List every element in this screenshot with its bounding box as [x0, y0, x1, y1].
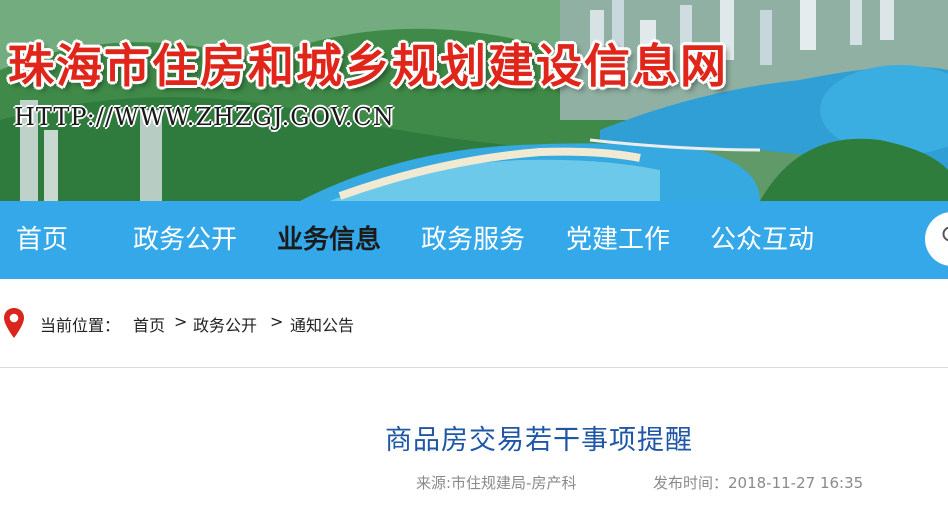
nav-item-government-services[interactable]: 政务服务 — [421, 201, 525, 279]
nav-item-business-info[interactable]: 业务信息 — [277, 201, 381, 279]
main-nav: 首页 政务公开 业务信息 政务服务 党建工作 公众互动 — [0, 201, 948, 279]
site-banner: 珠海市住房和城乡规划建设信息网 HTTP://WWW.ZHZGJ.GOV.CN — [0, 0, 948, 201]
breadcrumb-home[interactable]: 首页 — [133, 312, 165, 336]
site-title: 珠海市住房和城乡规划建设信息网 — [8, 39, 728, 93]
site-url: HTTP://WWW.ZHZGJ.GOV.CN — [14, 103, 395, 131]
nav-item-home[interactable]: 首页 — [16, 201, 68, 279]
breadcrumb-notices[interactable]: 通知公告 — [290, 312, 354, 336]
location-pin-icon — [4, 308, 24, 338]
nav-item-government-affairs[interactable]: 政务公开 — [133, 201, 237, 279]
search-icon[interactable] — [941, 225, 948, 253]
breadcrumb-separator: > — [174, 312, 188, 331]
breadcrumb-government-affairs[interactable]: 政务公开 — [193, 312, 257, 336]
breadcrumb-separator: > — [270, 312, 284, 331]
nav-item-party-building[interactable]: 党建工作 — [566, 201, 670, 279]
nav-item-public-interaction[interactable]: 公众互动 — [710, 201, 814, 279]
article-publish-time: 发布时间：2018-11-27 16:35 — [653, 474, 864, 492]
breadcrumb-prefix: 当前位置： — [40, 316, 121, 335]
breadcrumb: 当前位置： 首页 > 政务公开 > 通知公告 — [0, 279, 948, 368]
article-source: 来源:市住规建局-房产科 — [416, 474, 577, 492]
article-title: 商品房交易若干事项提醒 — [385, 425, 693, 456]
